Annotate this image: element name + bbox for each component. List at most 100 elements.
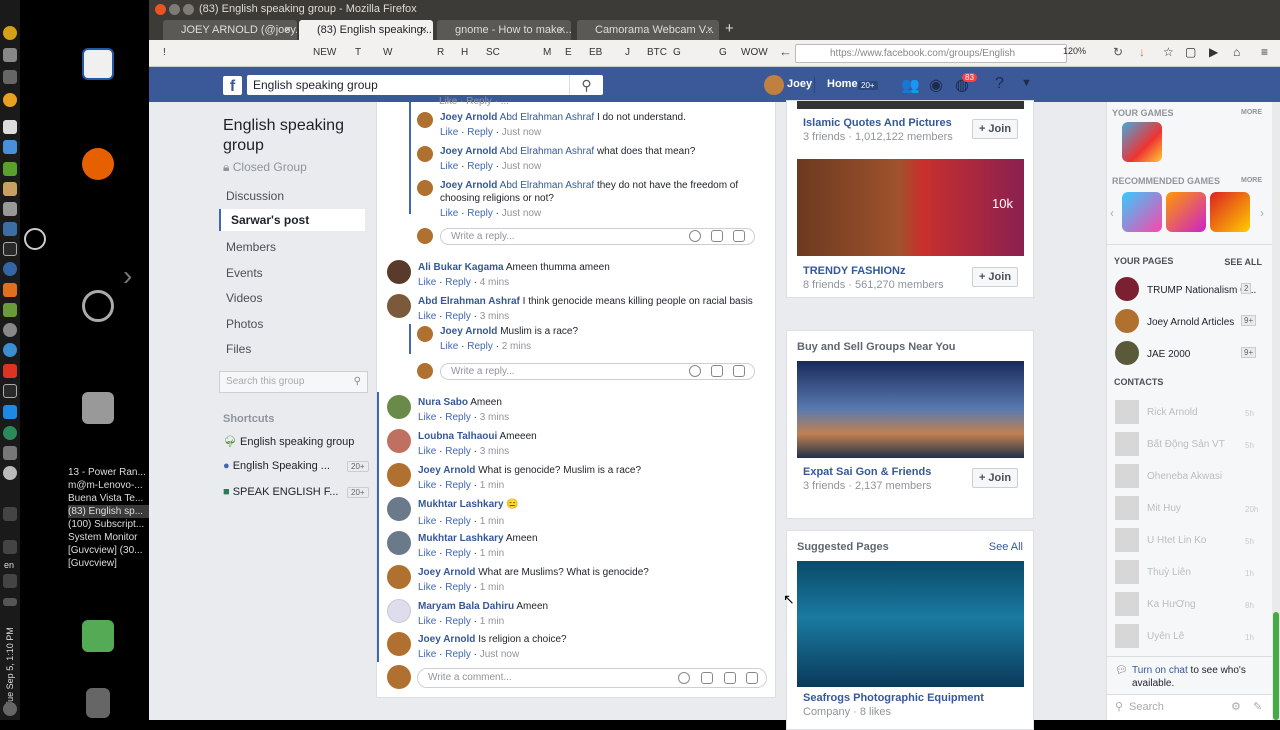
telegram-icon[interactable] (3, 426, 17, 440)
comment-time[interactable]: Just now (502, 161, 541, 172)
group-title[interactable]: Expat Sai Gon & Friends (803, 466, 931, 478)
reply-link[interactable]: Reply (445, 649, 471, 660)
nav-discussion[interactable]: Discussion (226, 189, 284, 203)
like-link[interactable]: Like (418, 480, 436, 491)
volume-icon[interactable] (3, 574, 17, 588)
comment-input[interactable]: Write a comment... (417, 668, 767, 688)
monitor-icon[interactable] (3, 384, 17, 398)
avatar[interactable] (387, 395, 411, 419)
emoji-icon[interactable] (689, 365, 701, 377)
comment-author[interactable]: Joey Arnold (418, 634, 475, 645)
clock[interactable]: Tue Sep 5, 1:10 PM (5, 603, 15, 707)
game-icon[interactable] (1210, 192, 1250, 232)
turn-on-chat-link[interactable]: Turn on chat (1132, 665, 1188, 676)
tab-twitter[interactable]: JOEY ARNOLD (@joey... × (163, 20, 297, 40)
comment-author[interactable]: Joey Arnold (440, 180, 497, 191)
comment-time[interactable]: 1 min (480, 548, 504, 559)
webcam-icon[interactable] (3, 323, 17, 337)
bookmark[interactable]: SC (486, 47, 500, 58)
tagged-user[interactable]: Abd Elrahman Ashraf (500, 112, 595, 123)
friend-requests-icon[interactable]: 👥 (901, 76, 920, 94)
wifi-icon[interactable] (3, 540, 17, 554)
calendar-icon[interactable] (3, 140, 17, 154)
like-link[interactable]: Like (418, 412, 436, 423)
like-link[interactable]: Like (418, 516, 436, 527)
sticker-icon[interactable] (746, 672, 758, 684)
search-icon[interactable]: ⚲ (354, 372, 361, 392)
group-image[interactable] (797, 101, 1024, 109)
bookmark[interactable]: E (565, 47, 572, 58)
bitcoin-icon[interactable] (3, 93, 17, 107)
messenger-icon[interactable]: ◉ (929, 75, 943, 95)
emoji-icon[interactable] (689, 230, 701, 242)
close-tab-icon[interactable]: × (285, 20, 291, 40)
avatar[interactable] (417, 112, 433, 128)
camera-icon[interactable] (711, 230, 723, 242)
chevron-left-icon[interactable]: ‹ (1110, 206, 1114, 220)
comment-author[interactable]: Joey Arnold (418, 465, 475, 476)
bookmark[interactable]: H (461, 47, 468, 58)
app-icon[interactable] (3, 262, 17, 276)
nav-sarwars-post[interactable]: Sarwar's post (219, 209, 365, 231)
bookmark[interactable]: R (437, 47, 444, 58)
comment-time[interactable]: 1 min (480, 480, 504, 491)
see-all-link[interactable]: See All (989, 541, 1023, 553)
app-icon[interactable] (3, 303, 17, 317)
comment-author[interactable]: Maryam Bala Dahiru (418, 601, 514, 612)
reply-link[interactable]: Reply (467, 341, 493, 352)
group-image[interactable]: 10k (797, 159, 1024, 256)
app-icon[interactable] (3, 48, 17, 62)
like-link[interactable]: Like (418, 582, 436, 593)
trash-icon[interactable] (86, 688, 110, 718)
tagged-user[interactable]: Abd Elrahman Ashraf (500, 146, 595, 157)
comment-time[interactable]: 1 min (480, 516, 504, 527)
spreadsheet-icon[interactable] (3, 162, 17, 176)
app-icon[interactable] (3, 466, 17, 480)
join-button[interactable]: + Join (972, 119, 1018, 139)
comment-time[interactable]: 4 mins (480, 277, 509, 288)
reply-input[interactable]: Write a reply... (440, 363, 755, 380)
avatar[interactable] (417, 326, 433, 342)
reply-link[interactable]: Reply (467, 127, 493, 138)
like-link[interactable]: Like (418, 277, 436, 288)
bitcoin-icon[interactable] (3, 26, 17, 40)
obs-icon[interactable] (24, 228, 46, 250)
avatar[interactable] (417, 180, 433, 196)
avatar[interactable] (387, 599, 411, 623)
firefox-icon[interactable] (82, 148, 114, 180)
help-icon[interactable]: ? (995, 75, 1004, 93)
like-link[interactable]: Like (440, 161, 458, 172)
shortcut-item[interactable]: ■ SPEAK ENGLISH F... (223, 486, 338, 498)
star-icon[interactable]: ☆ (1163, 45, 1174, 59)
bookmark[interactable]: G (673, 47, 681, 58)
ubuntu-icon[interactable] (82, 290, 114, 322)
power-icon[interactable] (3, 702, 17, 716)
reply-link[interactable]: Reply (445, 582, 471, 593)
more-link[interactable]: MORE (1241, 177, 1262, 184)
youtube-icon[interactable]: ▶ (1209, 45, 1218, 59)
app-icon[interactable] (3, 222, 17, 236)
url-bar[interactable]: https://www.facebook.com/groups/English (795, 44, 1067, 63)
scrollbar-thumb[interactable] (1273, 612, 1279, 720)
bookmark[interactable]: NEW (313, 47, 336, 58)
close-window-icon[interactable] (155, 4, 166, 15)
group-search-input[interactable]: Search this group ⚲ (219, 371, 368, 393)
new-tab-button[interactable]: + (725, 19, 734, 39)
shortcut-item[interactable]: 🌳︎ English speaking group (223, 435, 354, 448)
emoji-icon[interactable] (678, 672, 690, 684)
comment-author[interactable]: Nura Sabo (418, 397, 468, 408)
nav-members[interactable]: Members (226, 240, 276, 254)
close-tab-icon[interactable]: × (707, 20, 713, 40)
join-button[interactable]: + Join (972, 468, 1018, 488)
like-link[interactable]: Like (440, 208, 458, 219)
app-icon[interactable] (3, 446, 17, 460)
comment-author[interactable]: Joey Arnold (440, 112, 497, 123)
reply-link[interactable]: Reply (445, 277, 471, 288)
reply-input[interactable]: Write a reply... (440, 228, 755, 245)
drive-icon[interactable] (82, 392, 114, 424)
reply-link[interactable]: Reply (445, 480, 471, 491)
comment-time[interactable]: 3 mins (480, 446, 509, 457)
comment-author[interactable]: Mukhtar Lashkary (418, 499, 504, 510)
gif-icon[interactable] (724, 672, 736, 684)
zoom-level[interactable]: 120% (1063, 46, 1086, 56)
